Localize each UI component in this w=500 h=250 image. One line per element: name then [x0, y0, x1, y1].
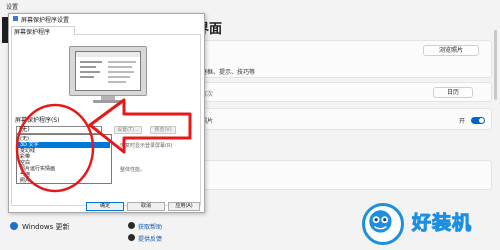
- windows-update-icon[interactable]: [10, 222, 18, 230]
- watermark-text: 好装机: [411, 212, 473, 235]
- extra-card: [196, 160, 492, 190]
- settings-button[interactable]: 设置(T)...: [114, 126, 142, 134]
- get-help-link[interactable]: 获取帮助: [138, 222, 162, 231]
- ok-button[interactable]: 确定: [86, 202, 124, 211]
- cancel-button[interactable]: 取消: [127, 202, 165, 211]
- photo-row: 照片 开: [196, 108, 492, 130]
- sidebar-item-windows-update[interactable]: Windows 更新: [22, 222, 69, 232]
- settings-titlebar: 设置: [0, 0, 500, 12]
- theme-card-text: 瞎框、提示、技巧等: [201, 69, 256, 76]
- resume-logon-text: 恢复时显示登录屏幕(R): [120, 143, 173, 149]
- option-photos[interactable]: 照片: [18, 178, 110, 184]
- watermark-logo-icon: [362, 203, 404, 245]
- scrollbar[interactable]: [494, 30, 497, 100]
- dialog-title: 屏幕保护程序设置: [21, 17, 70, 24]
- screensaver-options-list[interactable]: (无) 3D 文字 变幻线 彩带 空白 照片运行实情画 气泡 照片: [16, 134, 112, 184]
- monitor-base: [93, 100, 123, 103]
- preview-button[interactable]: 预览(V): [150, 126, 176, 134]
- calendar-select[interactable]: 日历: [433, 87, 473, 98]
- power-text: 整体性能。: [120, 167, 146, 173]
- help-icon: [128, 222, 135, 229]
- feedback-link[interactable]: 提供反馈: [138, 234, 162, 243]
- apply-button[interactable]: 应用(A): [168, 202, 200, 211]
- tab-screensaver[interactable]: 屏幕保护程序: [11, 26, 75, 36]
- feedback-icon: [128, 234, 135, 241]
- monitor-screen: [75, 51, 141, 91]
- wallpaper-card: 瞎框、提示、技巧等 浏览照片: [196, 40, 492, 78]
- browse-photos-button[interactable]: 浏览照片: [423, 45, 479, 56]
- settings-app-name: 设置: [6, 4, 19, 11]
- screensaver-select[interactable]: (无): [16, 126, 102, 134]
- screensaver-app-icon: [13, 16, 18, 21]
- toggle-state: 开: [459, 118, 466, 125]
- photo-toggle[interactable]: [471, 117, 485, 124]
- dialog-titlebar[interactable]: 屏幕保护程序设置: [9, 14, 204, 24]
- picture-row: 层次 日历: [196, 82, 492, 102]
- screensaver-label: 屏幕保护程序(S): [15, 117, 60, 124]
